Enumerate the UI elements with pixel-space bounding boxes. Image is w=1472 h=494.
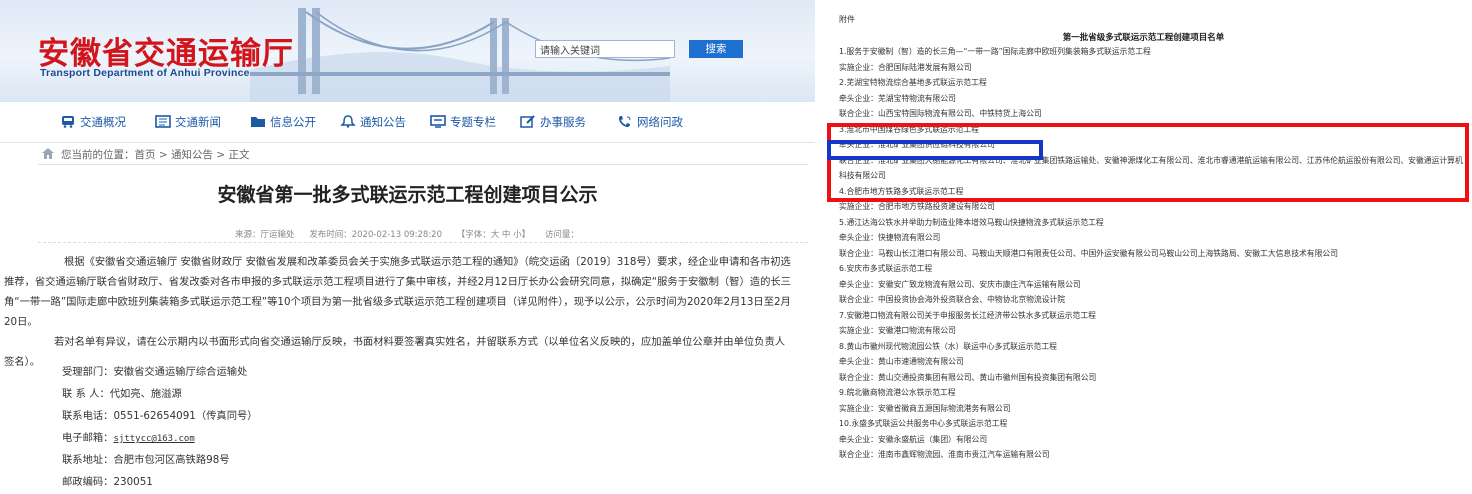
list-item: 牵头企业：安徽永盛航运（集团）有限公司 bbox=[839, 434, 988, 444]
nav-label: 网络问政 bbox=[637, 115, 683, 129]
nav-label: 交通新闻 bbox=[175, 115, 221, 129]
list-item: 8.黄山市徽州现代物流园公铁（水）联运中心多式联运示范工程 bbox=[839, 341, 1057, 351]
nav-label: 信息公开 bbox=[270, 115, 316, 129]
list-item: 牵头企业：安徽安广致龙物流有限公司、安庆市康庄汽车运输有限公司 bbox=[839, 279, 1081, 289]
list-item: 牵头企业：快捷物流有限公司 bbox=[839, 233, 941, 242]
highlight-box-blue bbox=[827, 140, 1043, 160]
article-title: 安徽省第一批多式联运示范工程创建项目公示 bbox=[217, 184, 598, 206]
list-item: 牵头企业：芜湖宝特物流有限公司 bbox=[839, 93, 956, 103]
contact-dept: 受理部门：安徽省交通运输厅综合运输处 bbox=[62, 366, 248, 378]
contact-person: 联 系 人：代如亮、施溢源 bbox=[62, 388, 182, 400]
contact-address: 联系地址：合肥市包河区高铁路98号 bbox=[62, 454, 230, 466]
nav-label: 办事服务 bbox=[540, 115, 586, 129]
list-item: 实施企业：安徽省徽商五源国际物流港务有限公司 bbox=[839, 403, 1011, 413]
article-meta: 来源：厅运输处 发布时间：2020-02-13 09:28:20 【字体：大 中… bbox=[235, 228, 591, 240]
bus-icon bbox=[62, 116, 74, 128]
website-panel: 安徽省交通运输厅 Transport Department of Anhui P… bbox=[0, 0, 815, 494]
home-icon bbox=[42, 148, 54, 159]
folder-icon bbox=[251, 117, 265, 127]
nav-item-overview[interactable]: 交通概况 bbox=[60, 112, 126, 132]
list-item: 联合企业：山西宝特国际物流有限公司、中铁特货上海公司 bbox=[839, 109, 1042, 118]
main-nav: 交通概况 交通新闻 信息公开 通知公告 专题专栏 办事服务 网络问政 bbox=[0, 102, 815, 143]
nav-item-topics[interactable]: 专题专栏 bbox=[430, 112, 496, 132]
article-paragraph: 根据《安徽省交通运输厅 安徽省财政厅 安徽省发展和改革委员会关于实施多式联运示范… bbox=[4, 256, 791, 328]
divider bbox=[38, 164, 808, 165]
list-item: 7.安徽港口物流有限公司关于申报服务长江经济带公铁水多式联运示范工程 bbox=[839, 310, 1096, 320]
nav-item-news[interactable]: 交通新闻 bbox=[155, 112, 221, 132]
email-label: 电子邮箱： bbox=[62, 432, 114, 444]
list-item: 10.永盛多式联运公共服务中心多式联运示范工程 bbox=[839, 419, 1008, 428]
project-list: 1.服务于安徽制（智）造的长三角—“一带一路”国际走廊中欧班列集装箱多式联运示范… bbox=[839, 44, 1464, 463]
header-banner: 安徽省交通运输厅 Transport Department of Anhui P… bbox=[0, 0, 815, 102]
attachment-title: 第一批省级多式联运示范工程创建项目名单 bbox=[1062, 33, 1225, 43]
search-button[interactable]: 搜索 bbox=[689, 40, 743, 58]
list-item: 6.安庆市多式联运示范工程 bbox=[839, 264, 933, 273]
nav-item-info[interactable]: 信息公开 bbox=[250, 112, 316, 132]
email-link[interactable]: sjttycc@163.com bbox=[113, 434, 194, 444]
nav-item-inquiry[interactable]: 网络问政 bbox=[617, 112, 683, 132]
nav-label: 专题专栏 bbox=[450, 115, 496, 129]
search-input[interactable] bbox=[535, 40, 675, 58]
list-item: 联合企业：中国投资协会海外投资联合会、中物协北京物流设计院 bbox=[839, 295, 1066, 304]
breadcrumb: 您当前的位置：首页 > 通知公告 > 正文 bbox=[42, 147, 249, 162]
newspaper-icon bbox=[155, 115, 171, 128]
divider bbox=[38, 242, 808, 244]
list-item: 联合企业：黄山交通投资集团有限公司、黄山市徽州国有投资集团有限公司 bbox=[839, 372, 1097, 382]
site-logo-en: Transport Department of Anhui Province bbox=[40, 67, 250, 79]
list-item: 9.皖北徽商物流港公水铁示范工程 bbox=[839, 388, 956, 397]
chat-icon bbox=[619, 116, 631, 127]
bell-icon bbox=[340, 115, 356, 128]
list-item: 联合企业：马鞍山长江港口有限公司、马鞍山天顺港口有限责任公司、中国外运安徽有限公… bbox=[839, 248, 1338, 258]
visit-count: 访问量： bbox=[544, 230, 579, 240]
monitor-icon bbox=[430, 115, 446, 128]
contact-postcode: 邮政编码：230051 bbox=[62, 476, 153, 488]
list-item: 5.通江达海公铁水并举助力制造业降本增效马鞍山快捷物流多式联运示范工程 bbox=[839, 217, 1104, 227]
nav-item-notices[interactable]: 通知公告 bbox=[340, 112, 406, 132]
list-item: 1.服务于安徽制（智）造的长三角—“一带一路”国际走廊中欧班列集装箱多式联运示范… bbox=[839, 47, 1151, 56]
nav-label: 交通概况 bbox=[80, 115, 126, 129]
list-item: 牵头企业：黄山市速通物流有限公司 bbox=[839, 357, 964, 366]
attachment-panel: 附件 第一批省级多式联运示范工程创建项目名单 1.服务于安徽制（智）造的长三角—… bbox=[815, 0, 1472, 494]
font-size-control[interactable]: 【字体：大 中 小】 bbox=[457, 230, 530, 240]
nav-label: 通知公告 bbox=[360, 115, 406, 129]
edit-icon bbox=[520, 115, 535, 128]
list-item: 联合企业：淮南市鑫辉物流园、淮南市贵江汽车运输有限公司 bbox=[839, 450, 1050, 459]
article-source: 来源：厅运输处 bbox=[235, 230, 295, 240]
highlight-box-red bbox=[827, 123, 1469, 202]
attachment-label: 附件 bbox=[839, 15, 855, 24]
article-date: 发布时间：2020-02-13 09:28:20 bbox=[309, 230, 442, 240]
contact-email: 电子邮箱：sjttycc@163.com bbox=[62, 431, 195, 447]
list-item: 2.芜湖宝特物流综合基地多式联运示范工程 bbox=[839, 78, 987, 87]
list-item: 实施企业：安徽港口物流有限公司 bbox=[839, 326, 956, 335]
list-item: 实施企业：合肥国际陆港发展有限公司 bbox=[839, 62, 972, 72]
breadcrumb-text: 您当前的位置：首页 > 通知公告 > 正文 bbox=[61, 149, 250, 161]
nav-item-services[interactable]: 办事服务 bbox=[520, 112, 586, 132]
contact-phone: 联系电话：0551-62654091（传真同号） bbox=[62, 410, 258, 422]
